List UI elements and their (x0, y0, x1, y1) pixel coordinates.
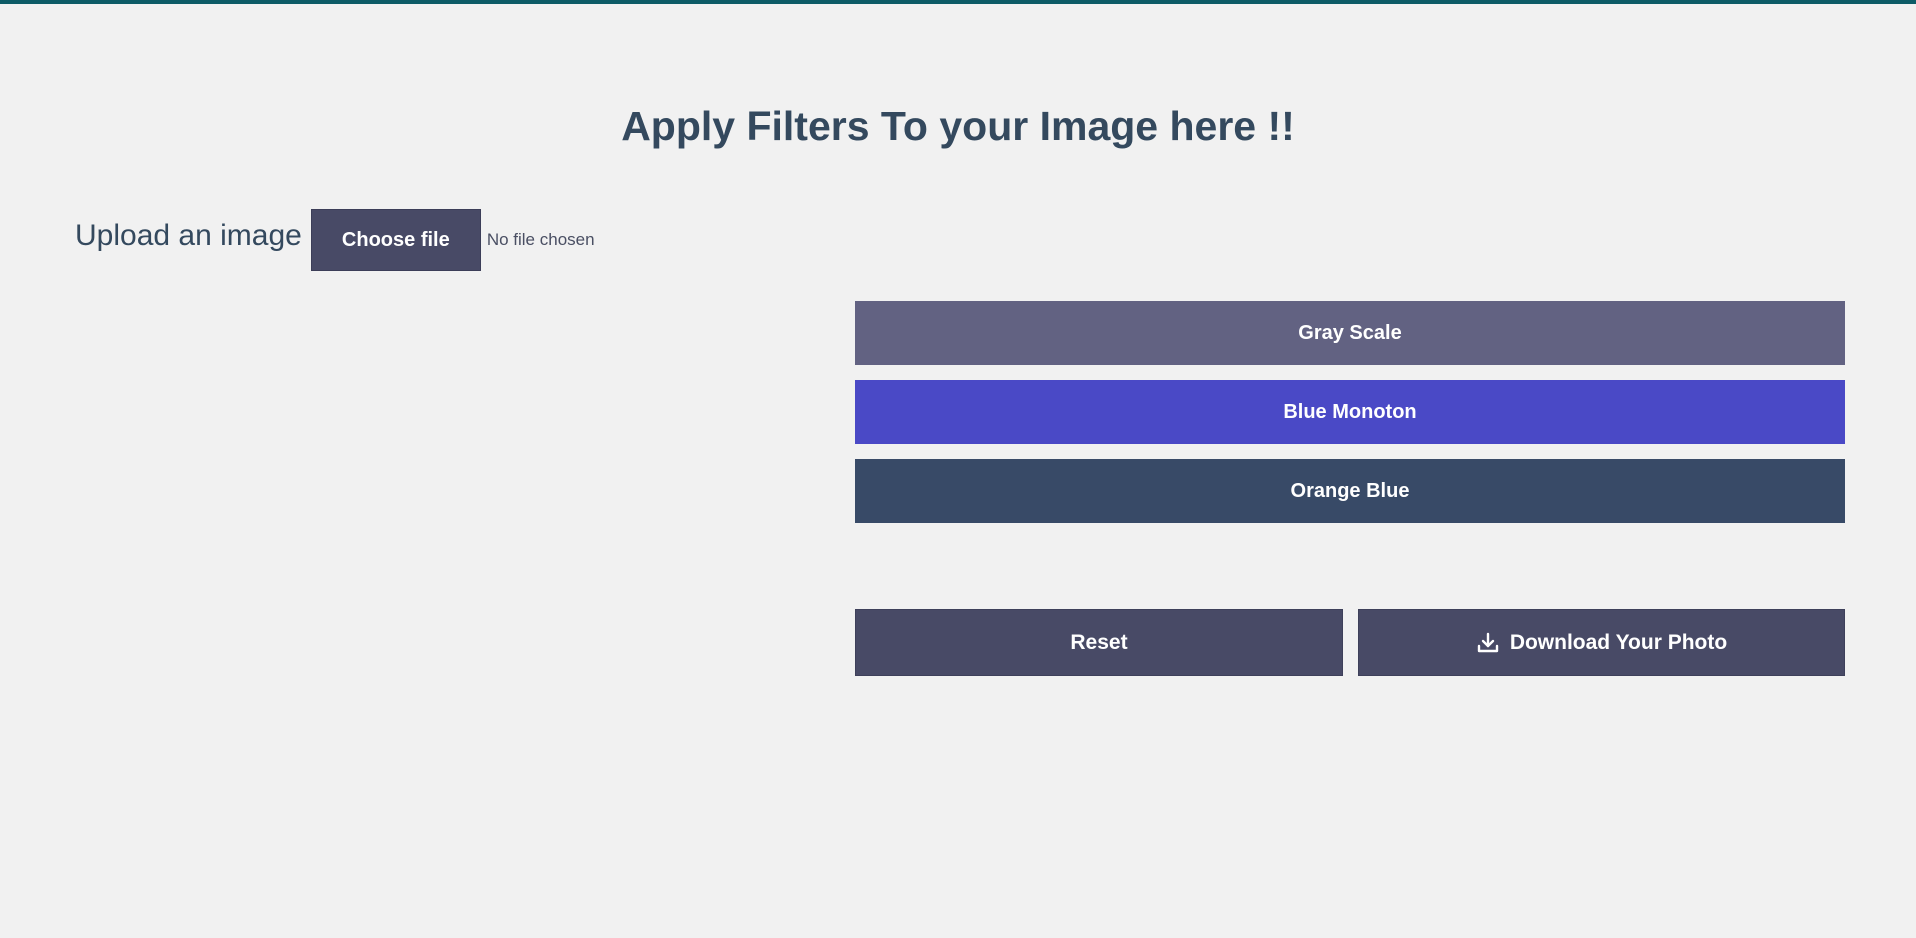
upload-label: Upload an image (75, 219, 302, 252)
gray-scale-button[interactable]: Gray Scale (855, 301, 1845, 365)
choose-file-button[interactable]: Choose file (310, 209, 481, 271)
upload-row: Upload an image Choose file No file chos… (75, 209, 595, 271)
download-label: Download Your Photo (1509, 630, 1728, 654)
download-photo-button[interactable]: Download Your Photo (1358, 609, 1845, 676)
page-title: Apply Filters To your Image here !! (621, 103, 1295, 149)
orange-blue-button[interactable]: Orange Blue (855, 459, 1845, 523)
top-accent-bar (0, 0, 1916, 4)
blue-monoton-button[interactable]: Blue Monoton (855, 380, 1845, 444)
download-icon (1476, 631, 1500, 655)
file-status-text: No file chosen (486, 230, 595, 249)
reset-label: Reset (1070, 630, 1128, 654)
reset-button[interactable]: Reset (855, 609, 1343, 676)
